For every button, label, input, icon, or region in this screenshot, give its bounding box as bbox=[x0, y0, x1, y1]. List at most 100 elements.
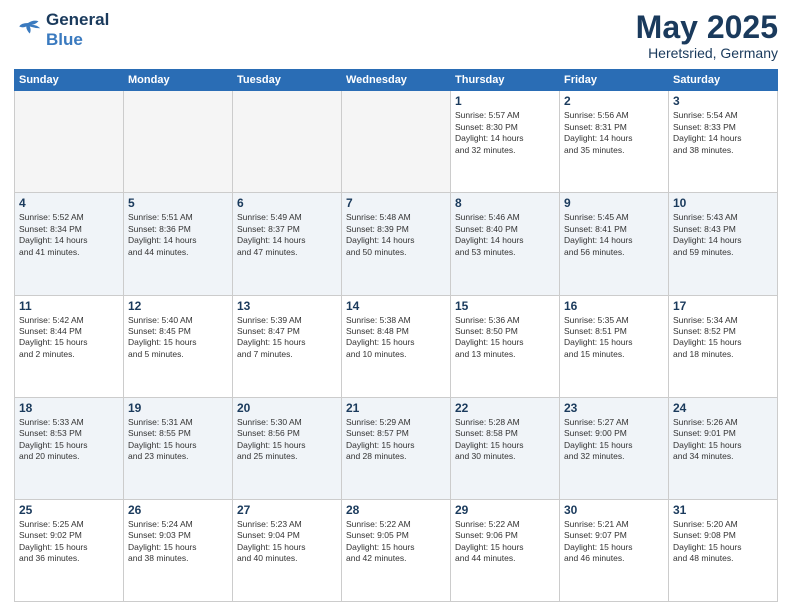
day-info: Sunrise: 5:38 AM Sunset: 8:48 PM Dayligh… bbox=[346, 315, 446, 361]
calendar-cell: 22 Sunrise: 5:28 AM Sunset: 8:58 PM Dayli… bbox=[451, 397, 560, 499]
calendar-cell: 6 Sunrise: 5:49 AM Sunset: 8:37 PM Daylig… bbox=[233, 193, 342, 295]
day-number: 6 bbox=[237, 196, 337, 210]
calendar-cell: 13 Sunrise: 5:39 AM Sunset: 8:47 PM Dayli… bbox=[233, 295, 342, 397]
weekday-header: Saturday bbox=[669, 70, 778, 91]
day-info: Sunrise: 5:33 AM Sunset: 8:53 PM Dayligh… bbox=[19, 417, 119, 463]
day-number: 12 bbox=[128, 299, 228, 313]
day-info: Sunrise: 5:57 AM Sunset: 8:30 PM Dayligh… bbox=[455, 110, 555, 156]
day-info: Sunrise: 5:25 AM Sunset: 9:02 PM Dayligh… bbox=[19, 519, 119, 565]
day-info: Sunrise: 5:28 AM Sunset: 8:58 PM Dayligh… bbox=[455, 417, 555, 463]
day-info: Sunrise: 5:39 AM Sunset: 8:47 PM Dayligh… bbox=[237, 315, 337, 361]
weekday-header: Sunday bbox=[15, 70, 124, 91]
logo-icon bbox=[14, 16, 42, 44]
day-number: 31 bbox=[673, 503, 773, 517]
calendar-cell: 30 Sunrise: 5:21 AM Sunset: 9:07 PM Dayli… bbox=[560, 499, 669, 601]
weekday-header: Monday bbox=[124, 70, 233, 91]
day-number: 24 bbox=[673, 401, 773, 415]
calendar-cell: 2 Sunrise: 5:56 AM Sunset: 8:31 PM Daylig… bbox=[560, 91, 669, 193]
day-info: Sunrise: 5:34 AM Sunset: 8:52 PM Dayligh… bbox=[673, 315, 773, 361]
calendar-week-row: 25Sunrise: 5:25 AM Sunset: 9:02 PM Dayli… bbox=[15, 499, 778, 601]
month-title: May 2025 bbox=[636, 10, 778, 45]
calendar-cell: 9Sunrise: 5:45 AM Sunset: 8:41 PM Daylig… bbox=[560, 193, 669, 295]
calendar-cell: 26 Sunrise: 5:24 AM Sunset: 9:03 PM Dayli… bbox=[124, 499, 233, 601]
day-number: 10 bbox=[673, 196, 773, 210]
day-number: 5 bbox=[128, 196, 228, 210]
day-number: 4 bbox=[19, 196, 119, 210]
day-info: Sunrise: 5:36 AM Sunset: 8:50 PM Dayligh… bbox=[455, 315, 555, 361]
weekday-header: Thursday bbox=[451, 70, 560, 91]
day-number: 8 bbox=[455, 196, 555, 210]
day-info: Sunrise: 5:30 AM Sunset: 8:56 PM Dayligh… bbox=[237, 417, 337, 463]
day-info: Sunrise: 5:45 AM Sunset: 8:41 PM Dayligh… bbox=[564, 212, 664, 258]
calendar-cell: 11 Sunrise: 5:42 AM Sunset: 8:44 PM Dayli… bbox=[15, 295, 124, 397]
day-number: 14 bbox=[346, 299, 446, 313]
day-number: 13 bbox=[237, 299, 337, 313]
day-info: Sunrise: 5:20 AM Sunset: 9:08 PM Dayligh… bbox=[673, 519, 773, 565]
calendar-cell bbox=[342, 91, 451, 193]
day-info: Sunrise: 5:40 AM Sunset: 8:45 PM Dayligh… bbox=[128, 315, 228, 361]
day-info: Sunrise: 5:31 AM Sunset: 8:55 PM Dayligh… bbox=[128, 417, 228, 463]
calendar-cell: 7 Sunrise: 5:48 AM Sunset: 8:39 PM Daylig… bbox=[342, 193, 451, 295]
day-number: 27 bbox=[237, 503, 337, 517]
calendar-cell: 20Sunrise: 5:30 AM Sunset: 8:56 PM Dayli… bbox=[233, 397, 342, 499]
calendar-cell: 24 Sunrise: 5:26 AM Sunset: 9:01 PM Dayli… bbox=[669, 397, 778, 499]
day-number: 22 bbox=[455, 401, 555, 415]
calendar-cell: 5 Sunrise: 5:51 AM Sunset: 8:36 PM Daylig… bbox=[124, 193, 233, 295]
calendar-cell: 8Sunrise: 5:46 AM Sunset: 8:40 PM Daylig… bbox=[451, 193, 560, 295]
day-info: Sunrise: 5:43 AM Sunset: 8:43 PM Dayligh… bbox=[673, 212, 773, 258]
day-number: 11 bbox=[19, 299, 119, 313]
calendar-cell bbox=[124, 91, 233, 193]
calendar-cell: 18 Sunrise: 5:33 AM Sunset: 8:53 PM Dayli… bbox=[15, 397, 124, 499]
day-info: Sunrise: 5:48 AM Sunset: 8:39 PM Dayligh… bbox=[346, 212, 446, 258]
day-number: 21 bbox=[346, 401, 446, 415]
calendar-week-row: 1 Sunrise: 5:57 AM Sunset: 8:30 PM Daylig… bbox=[15, 91, 778, 193]
calendar-cell: 23 Sunrise: 5:27 AM Sunset: 9:00 PM Dayli… bbox=[560, 397, 669, 499]
calendar-cell: 15Sunrise: 5:36 AM Sunset: 8:50 PM Dayli… bbox=[451, 295, 560, 397]
day-number: 2 bbox=[564, 94, 664, 108]
day-number: 1 bbox=[455, 94, 555, 108]
calendar-header-row: SundayMondayTuesdayWednesdayThursdayFrid… bbox=[15, 70, 778, 91]
day-info: Sunrise: 5:21 AM Sunset: 9:07 PM Dayligh… bbox=[564, 519, 664, 565]
calendar-cell: 1 Sunrise: 5:57 AM Sunset: 8:30 PM Daylig… bbox=[451, 91, 560, 193]
day-info: Sunrise: 5:35 AM Sunset: 8:51 PM Dayligh… bbox=[564, 315, 664, 361]
day-number: 28 bbox=[346, 503, 446, 517]
calendar-cell: 17Sunrise: 5:34 AM Sunset: 8:52 PM Dayli… bbox=[669, 295, 778, 397]
day-number: 23 bbox=[564, 401, 664, 415]
calendar-cell: 31 Sunrise: 5:20 AM Sunset: 9:08 PM Dayli… bbox=[669, 499, 778, 601]
day-info: Sunrise: 5:42 AM Sunset: 8:44 PM Dayligh… bbox=[19, 315, 119, 361]
calendar-cell: 3 Sunrise: 5:54 AM Sunset: 8:33 PM Daylig… bbox=[669, 91, 778, 193]
calendar-cell: 25Sunrise: 5:25 AM Sunset: 9:02 PM Dayli… bbox=[15, 499, 124, 601]
calendar-table: SundayMondayTuesdayWednesdayThursdayFrid… bbox=[14, 69, 778, 602]
day-number: 29 bbox=[455, 503, 555, 517]
day-info: Sunrise: 5:26 AM Sunset: 9:01 PM Dayligh… bbox=[673, 417, 773, 463]
day-info: Sunrise: 5:24 AM Sunset: 9:03 PM Dayligh… bbox=[128, 519, 228, 565]
calendar-cell: 19Sunrise: 5:31 AM Sunset: 8:55 PM Dayli… bbox=[124, 397, 233, 499]
location: Heretsried, Germany bbox=[636, 45, 778, 61]
calendar-cell: 14 Sunrise: 5:38 AM Sunset: 8:48 PM Dayli… bbox=[342, 295, 451, 397]
day-info: Sunrise: 5:29 AM Sunset: 8:57 PM Dayligh… bbox=[346, 417, 446, 463]
calendar-week-row: 11 Sunrise: 5:42 AM Sunset: 8:44 PM Dayli… bbox=[15, 295, 778, 397]
day-info: Sunrise: 5:22 AM Sunset: 9:06 PM Dayligh… bbox=[455, 519, 555, 565]
calendar-cell: 21 Sunrise: 5:29 AM Sunset: 8:57 PM Dayli… bbox=[342, 397, 451, 499]
calendar-cell bbox=[233, 91, 342, 193]
day-info: Sunrise: 5:54 AM Sunset: 8:33 PM Dayligh… bbox=[673, 110, 773, 156]
header: General Blue May 2025 Heretsried, German… bbox=[14, 10, 778, 61]
day-info: Sunrise: 5:49 AM Sunset: 8:37 PM Dayligh… bbox=[237, 212, 337, 258]
weekday-header: Wednesday bbox=[342, 70, 451, 91]
logo: General Blue bbox=[14, 10, 109, 49]
calendar-cell: 27Sunrise: 5:23 AM Sunset: 9:04 PM Dayli… bbox=[233, 499, 342, 601]
title-block: May 2025 Heretsried, Germany bbox=[636, 10, 778, 61]
calendar-cell: 28 Sunrise: 5:22 AM Sunset: 9:05 PM Dayli… bbox=[342, 499, 451, 601]
day-info: Sunrise: 5:51 AM Sunset: 8:36 PM Dayligh… bbox=[128, 212, 228, 258]
calendar-week-row: 18 Sunrise: 5:33 AM Sunset: 8:53 PM Dayli… bbox=[15, 397, 778, 499]
day-number: 7 bbox=[346, 196, 446, 210]
day-info: Sunrise: 5:22 AM Sunset: 9:05 PM Dayligh… bbox=[346, 519, 446, 565]
day-number: 26 bbox=[128, 503, 228, 517]
calendar-week-row: 4Sunrise: 5:52 AM Sunset: 8:34 PM Daylig… bbox=[15, 193, 778, 295]
day-number: 30 bbox=[564, 503, 664, 517]
calendar-cell: 16Sunrise: 5:35 AM Sunset: 8:51 PM Dayli… bbox=[560, 295, 669, 397]
day-info: Sunrise: 5:56 AM Sunset: 8:31 PM Dayligh… bbox=[564, 110, 664, 156]
day-info: Sunrise: 5:27 AM Sunset: 9:00 PM Dayligh… bbox=[564, 417, 664, 463]
day-number: 3 bbox=[673, 94, 773, 108]
day-number: 18 bbox=[19, 401, 119, 415]
